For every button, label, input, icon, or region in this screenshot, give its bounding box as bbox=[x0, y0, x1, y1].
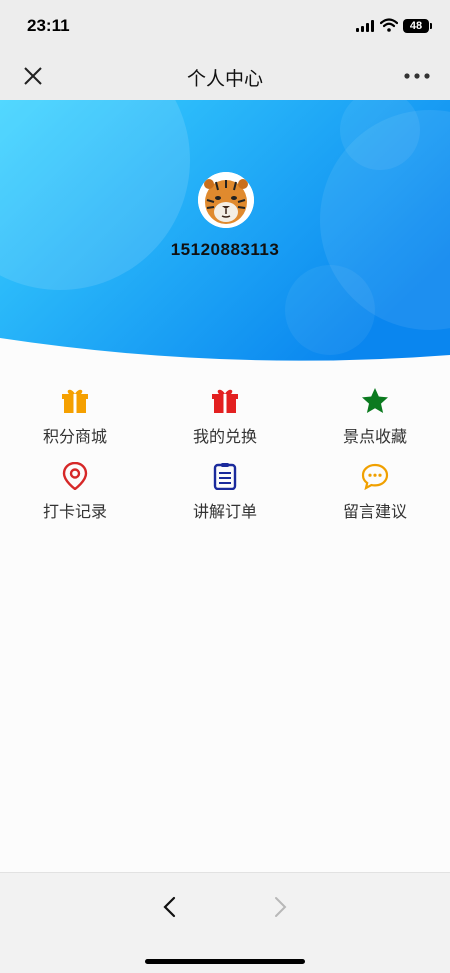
page-title: 个人中心 bbox=[186, 68, 263, 90]
home-indicator bbox=[145, 959, 305, 964]
menu-item-my-redemptions[interactable]: 我的兑换 bbox=[150, 387, 300, 457]
profile-header-background bbox=[0, 100, 450, 361]
nav-bar: 个人中心 bbox=[0, 52, 450, 100]
star-icon bbox=[362, 388, 388, 413]
menu-item-label: 打卡记录 bbox=[42, 502, 107, 521]
menu-item-label: 我的兑换 bbox=[192, 427, 257, 446]
wifi-icon bbox=[380, 18, 398, 32]
signal-icon bbox=[356, 20, 374, 32]
status-bar: 23:11 48 bbox=[0, 0, 450, 52]
more-icon[interactable] bbox=[404, 72, 430, 80]
user-phone-number: 15120883113 bbox=[170, 240, 280, 259]
clipboard-icon bbox=[213, 463, 237, 490]
location-pin-icon bbox=[62, 462, 88, 490]
avatar[interactable] bbox=[198, 172, 254, 228]
battery-icon: 48 bbox=[403, 19, 429, 33]
menu-item-checkin-records[interactable]: 打卡记录 bbox=[0, 462, 150, 532]
main-content: 15120883113 积分商城 我的兑换 景点收藏 打卡记录 讲解订单 留言建… bbox=[0, 100, 450, 872]
chevron-left-icon[interactable] bbox=[160, 895, 180, 919]
chat-bubble-icon bbox=[361, 463, 389, 490]
menu-item-label: 讲解订单 bbox=[192, 502, 257, 521]
gift-icon bbox=[212, 389, 238, 413]
status-time: 23:11 bbox=[27, 16, 70, 35]
gift-icon bbox=[62, 389, 88, 413]
menu-item-feedback[interactable]: 留言建议 bbox=[300, 462, 450, 532]
menu-item-label: 留言建议 bbox=[342, 502, 407, 521]
tiger-avatar-icon bbox=[198, 172, 254, 228]
chevron-right-icon[interactable] bbox=[270, 895, 290, 919]
menu-item-label: 景点收藏 bbox=[342, 427, 407, 446]
menu-item-favorite-spots[interactable]: 景点收藏 bbox=[300, 387, 450, 457]
menu-item-label: 积分商城 bbox=[42, 427, 107, 446]
battery-cap bbox=[430, 23, 432, 29]
menu-item-points-mall[interactable]: 积分商城 bbox=[0, 387, 150, 457]
bottom-toolbar bbox=[0, 872, 450, 973]
menu-item-guide-orders[interactable]: 讲解订单 bbox=[150, 462, 300, 532]
